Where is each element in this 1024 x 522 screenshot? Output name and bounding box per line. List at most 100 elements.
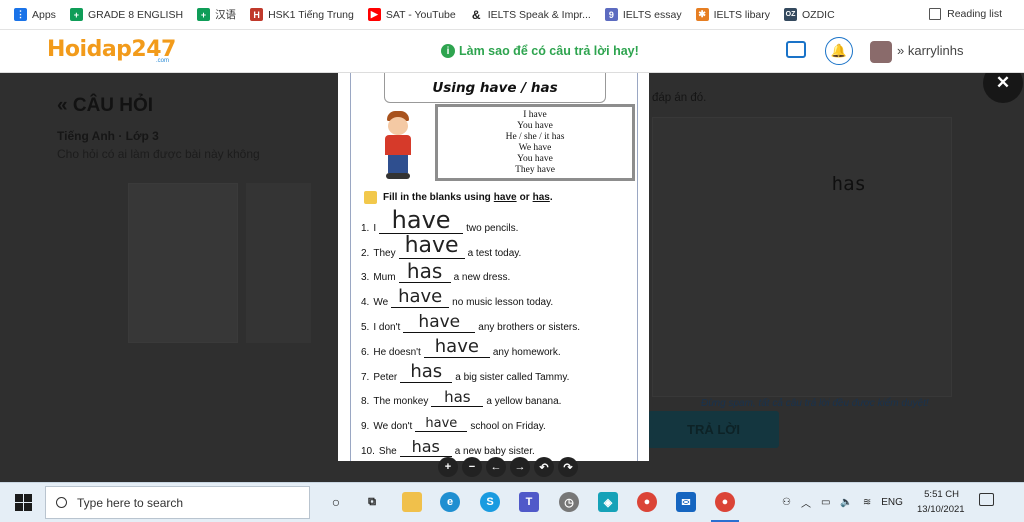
handwritten-answer: have xyxy=(434,335,479,357)
pencil-icon xyxy=(364,191,377,204)
site-header: Hoidap247 .com i Làm sao để có câu trả l… xyxy=(0,30,1024,73)
taskbar-clock[interactable]: 5:51 CH 13/10/2021 xyxy=(917,487,965,517)
sentence-start: We don't xyxy=(373,421,413,433)
sentence-end: any homework. xyxy=(492,346,561,358)
close-icon[interactable]: ✕ xyxy=(983,73,1023,103)
sentence-end: a new dress. xyxy=(453,272,511,284)
sentence-end: no music lesson today. xyxy=(452,297,554,309)
sentence-number: 4. xyxy=(361,297,370,309)
reply-button[interactable]: TRẢ LỜI xyxy=(648,411,779,448)
sentence-end: a test today. xyxy=(467,247,522,259)
reading-list-button[interactable]: Reading list xyxy=(929,8,1002,20)
chevron-down-icon: » xyxy=(897,43,905,58)
sentence-number: 1. xyxy=(361,222,370,234)
bookmark-grade8-english[interactable]: + GRADE 8 ENGLISH xyxy=(69,8,183,21)
people-icon[interactable]: ⚇ xyxy=(782,497,791,508)
sentence-number: 3. xyxy=(361,272,370,284)
chrome-icon[interactable]: ● xyxy=(637,492,657,512)
clock-date: 13/10/2021 xyxy=(917,504,965,515)
battery-icon[interactable]: ▭ xyxy=(821,497,830,508)
handwritten-answer: have xyxy=(398,286,443,308)
bookmark-hanyu[interactable]: + 汉语 xyxy=(197,7,236,22)
apps-grid-icon: ⋮ xyxy=(14,8,27,21)
rotate-right-icon[interactable]: ↷ xyxy=(558,457,578,477)
zoom-in-icon[interactable]: + xyxy=(438,457,458,477)
grammar-board: I have You have He / she / it has We hav… xyxy=(435,104,635,181)
avatar[interactable] xyxy=(870,41,892,63)
arrow-right-icon[interactable]: → xyxy=(510,457,530,477)
teams-icon[interactable]: T xyxy=(519,492,539,512)
edge-icon[interactable]: e xyxy=(440,492,460,512)
google-sheets-icon: + xyxy=(197,8,211,21)
volume-icon[interactable]: 🔈 xyxy=(840,497,852,508)
sentence-end: school on Friday. xyxy=(470,421,546,433)
clock-app-icon[interactable]: ◷ xyxy=(559,492,579,512)
question-image-thumbnail-2[interactable] xyxy=(246,183,311,343)
answer-blank: have xyxy=(403,313,476,333)
handwritten-answer: have xyxy=(418,311,461,332)
zoom-out-icon[interactable]: − xyxy=(462,457,482,477)
file-explorer-icon[interactable] xyxy=(402,492,422,512)
google-sheets-icon: + xyxy=(69,8,83,21)
bookmark-ielts-speak[interactable]: & IELTS Speak & Impr... xyxy=(470,8,591,22)
site-9-icon: 9 xyxy=(604,8,618,21)
handwritten-answer: have xyxy=(391,205,451,234)
board-line: You have xyxy=(517,153,553,164)
worksheet-sentence: 2. They have a test today. xyxy=(361,234,641,263)
spam-warning: Đừng spam, tất cả câu trả lời đều được k… xyxy=(701,398,929,409)
handwritten-answer: has xyxy=(411,436,440,456)
bookmark-sat-youtube[interactable]: ▶ SAT - YouTube xyxy=(367,8,456,21)
cortana-icon[interactable]: ○ xyxy=(326,492,346,512)
user-menu[interactable]: » karrylinhs xyxy=(897,43,963,58)
worksheet-sentence: 7. Peter has a big sister called Tammy. xyxy=(361,362,641,387)
answer-blank: has xyxy=(398,261,451,284)
chevron-up-icon[interactable]: ︿ xyxy=(801,495,811,510)
store-icon[interactable]: ◈ xyxy=(598,492,618,512)
notification-icon[interactable] xyxy=(979,493,994,506)
boy-illustration xyxy=(377,111,421,181)
sentence-start: I xyxy=(373,222,377,234)
language-indicator[interactable]: ENG xyxy=(881,497,903,508)
chat-icon[interactable] xyxy=(786,41,806,58)
arrow-left-icon[interactable]: ← xyxy=(486,457,506,477)
wifi-icon[interactable]: ≋ xyxy=(863,497,871,508)
handwritten-answer: have xyxy=(425,416,458,432)
sentence-number: 6. xyxy=(361,346,370,358)
answer-blank: has xyxy=(399,438,452,457)
taskbar-search[interactable]: Type here to search xyxy=(45,486,310,519)
sentence-number: 7. xyxy=(361,371,370,383)
page-title[interactable]: « CÂU HỎI xyxy=(57,95,260,117)
chrome-active-icon[interactable]: ● xyxy=(715,492,735,512)
sentence-number: 2. xyxy=(361,247,370,259)
puzzle-icon: ✱ xyxy=(695,8,709,21)
sentence-end: a yellow banana. xyxy=(486,396,562,408)
question-image-thumbnail[interactable] xyxy=(128,183,238,343)
worksheet-sentence: 9. We don't have school on Friday. xyxy=(361,411,641,436)
bell-icon[interactable]: 🔔 xyxy=(825,37,853,65)
bookmarks-bar: ⋮ Apps + GRADE 8 ENGLISH + 汉语 H HSK1 Tiế… xyxy=(0,0,1024,30)
answer-editor[interactable]: has Đừng spam, tất cả câu trả lời đều đư… xyxy=(652,117,952,409)
clock-time: 5:51 CH xyxy=(924,489,959,500)
reading-list-icon xyxy=(929,8,942,20)
answer-blank: have xyxy=(391,288,450,309)
worksheet-sentence: 4. We have no music lesson today. xyxy=(361,287,641,312)
question-panel: « CÂU HỎI Tiếng Anh · Lớp 3 Cho hỏi có a… xyxy=(57,95,260,161)
bookmark-ielts-library[interactable]: ✱ IELTS libary xyxy=(695,8,770,21)
skype-icon[interactable]: S xyxy=(480,492,500,512)
bookmark-hsk1[interactable]: H HSK1 Tiếng Trung xyxy=(250,8,354,21)
answer-blank: has xyxy=(431,390,484,408)
windows-start-icon[interactable] xyxy=(15,494,32,511)
sentence-number: 5. xyxy=(361,321,370,333)
bookmark-ielts-essay[interactable]: 9 IELTS essay xyxy=(604,8,682,21)
answer-blank: has xyxy=(400,362,453,383)
bookmark-apps[interactable]: ⋮ Apps xyxy=(14,8,56,21)
handwritten-answer: has xyxy=(410,360,443,382)
sentence-end: two pencils. xyxy=(466,222,519,234)
answer-blank: have xyxy=(423,337,490,358)
sentence-number: 9. xyxy=(361,421,370,433)
answer-tip-link[interactable]: i Làm sao để có câu trả lời hay! xyxy=(441,44,639,58)
task-view-icon[interactable]: ⧉ xyxy=(362,492,382,512)
mail-icon[interactable]: ✉ xyxy=(676,492,696,512)
rotate-left-icon[interactable]: ↶ xyxy=(534,457,554,477)
bookmark-ozdic[interactable]: OZ OZDIC xyxy=(784,8,835,21)
